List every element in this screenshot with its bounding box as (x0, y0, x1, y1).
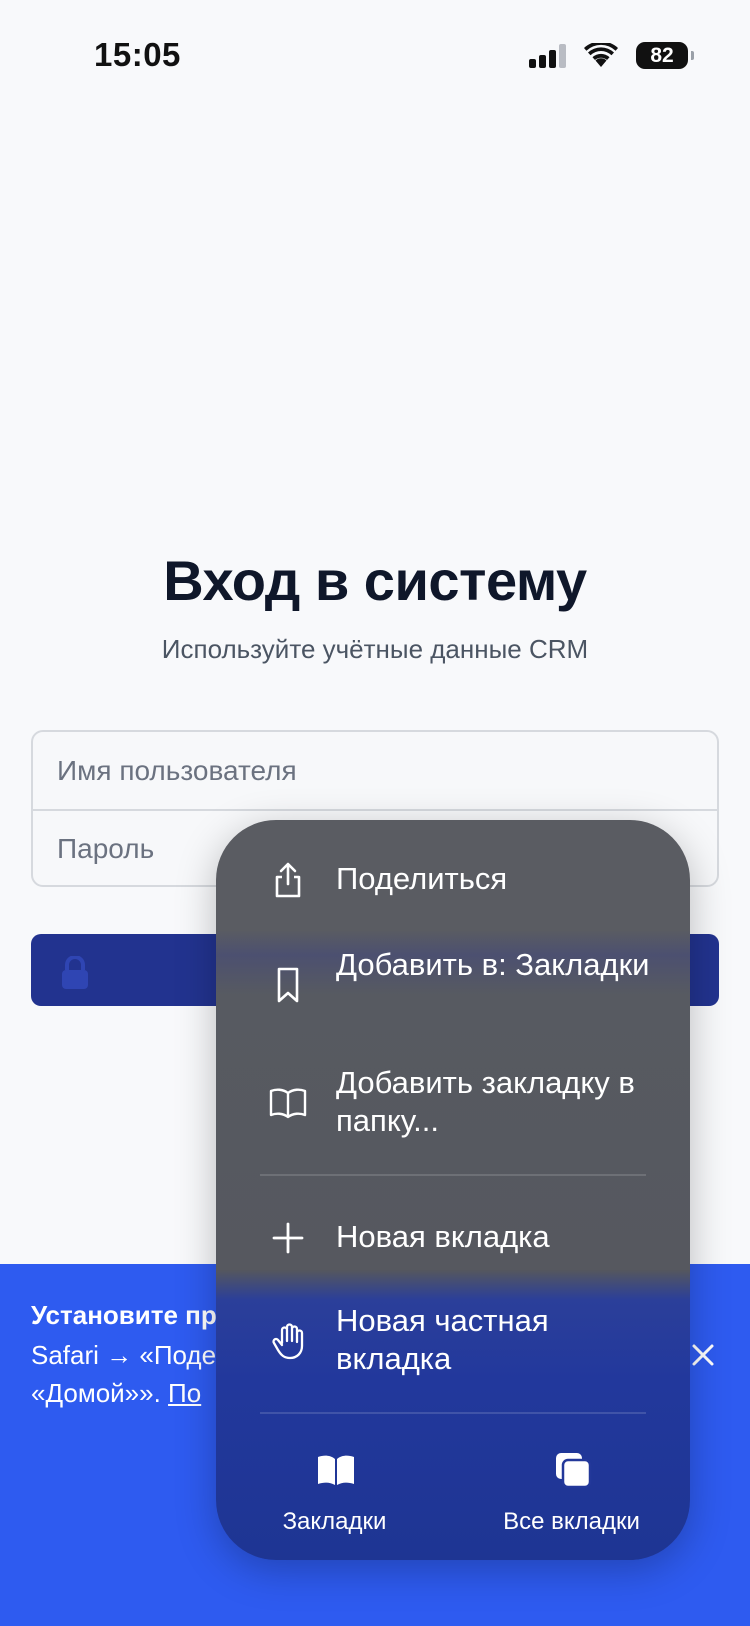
bookmarks-label: Закладки (282, 1508, 387, 1535)
bookmarks-icon (318, 1455, 354, 1485)
menu-item-label: Добавить в: Закладки (336, 947, 650, 982)
menu-item-private-tab[interactable]: Новая частная вкладка (216, 1296, 690, 1386)
username-field[interactable]: Имя пользователя (33, 732, 717, 809)
bookmarks-button[interactable]: Закладки (216, 1450, 453, 1550)
all-tabs-label: Все вкладки (503, 1508, 640, 1535)
banner-text-2: «Домой»». По (31, 1378, 201, 1409)
menu-item-label: Новая вкладка (336, 1219, 550, 1254)
wifi-icon (584, 42, 618, 67)
menu-item-bookmark-folder[interactable]: Добавить закладку в папку... (216, 1058, 690, 1148)
tabs-icon (556, 1453, 592, 1489)
status-bar: 15:05 82 (0, 0, 750, 110)
share-icon (275, 862, 301, 898)
menu-item-new-tab[interactable]: Новая вкладка (216, 1206, 690, 1268)
status-time: 15:05 (94, 36, 181, 73)
banner-text: Safari → «Поде (31, 1340, 217, 1370)
menu-item-label: Добавить закладку в папку... (336, 1065, 635, 1138)
menu-item-label: Новая частная вкладка (336, 1303, 549, 1376)
page-title: Вход в систему (163, 549, 587, 612)
banner-text-2-main: «Домой»». (31, 1378, 169, 1408)
menu-item-label: Поделиться (336, 861, 508, 896)
context-menu: Поделиться Добавить в: Закладки Добавить… (216, 820, 690, 1560)
battery-icon: 82 (636, 42, 694, 69)
close-icon[interactable] (688, 1340, 718, 1370)
menu-item-share[interactable]: Поделиться (216, 848, 690, 910)
open-book-icon (269, 1088, 307, 1119)
battery-level: 82 (650, 43, 674, 67)
bookmark-icon (277, 967, 299, 1003)
menu-item-add-bookmark[interactable]: Добавить в: Закладки (216, 940, 690, 1030)
status-icons: 82 (529, 42, 694, 69)
lock-icon (62, 956, 88, 989)
menu-divider (260, 1412, 646, 1414)
hand-icon (272, 1323, 304, 1360)
password-placeholder: Пароль (57, 832, 155, 864)
all-tabs-button[interactable]: Все вкладки (453, 1450, 690, 1550)
page-subtitle: Используйте учётные данные CRM (161, 634, 589, 664)
plus-icon (272, 1222, 304, 1254)
username-placeholder: Имя пользователя (57, 754, 297, 786)
menu-divider (260, 1174, 646, 1176)
signal-icon (529, 43, 566, 68)
banner-title: Установите пр (31, 1300, 217, 1330)
banner-link[interactable]: По (168, 1378, 201, 1408)
